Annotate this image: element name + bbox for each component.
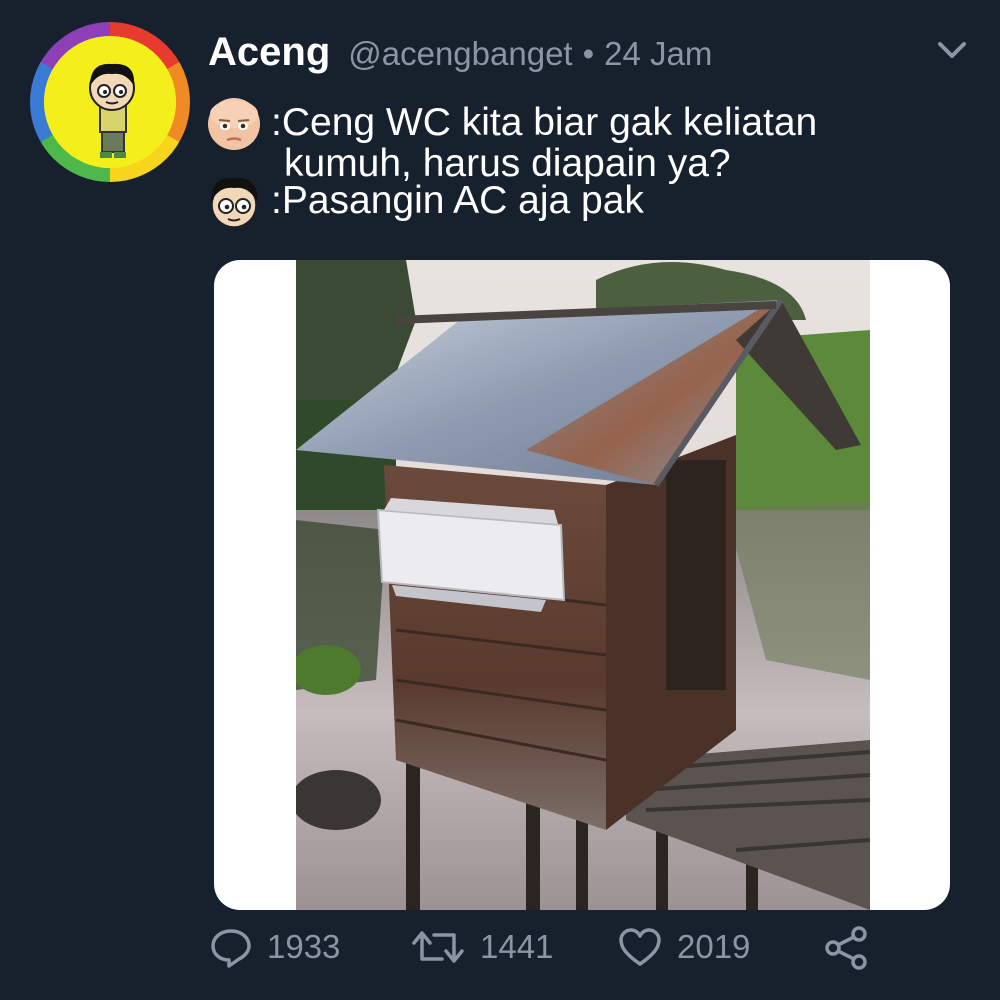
like-count: 2019 bbox=[677, 928, 751, 965]
retweet-count: 1441 bbox=[480, 928, 554, 965]
retweet-action[interactable]: 1441 bbox=[410, 925, 553, 969]
dialogue-text-1: :Ceng WC kita biar gak keliatan bbox=[271, 101, 818, 144]
tweet-actions: 1933 1441 2019 bbox=[205, 925, 885, 975]
chevron-down-icon[interactable] bbox=[934, 36, 970, 64]
timestamp[interactable]: 24 Jam bbox=[604, 35, 712, 73]
reply-action[interactable]: 1933 bbox=[209, 925, 340, 969]
tweet-header: Aceng @acengbanget • 24 Jam bbox=[208, 30, 712, 86]
profile-avatar[interactable] bbox=[30, 22, 190, 182]
dialogue-line-2: :Pasangin AC aja pak bbox=[205, 172, 644, 230]
share-icon bbox=[825, 926, 867, 970]
aceng-face-icon bbox=[211, 177, 258, 228]
reply-icon bbox=[211, 929, 251, 968]
display-name[interactable]: Aceng bbox=[208, 30, 330, 75]
dialogue-text-2: :Pasangin AC aja pak bbox=[271, 179, 644, 222]
reply-count: 1933 bbox=[267, 928, 341, 965]
outhouse-photo bbox=[296, 260, 870, 910]
tweet-media[interactable] bbox=[214, 260, 950, 910]
baby-boss-face-icon bbox=[208, 98, 260, 150]
avatar-cartoon bbox=[44, 36, 176, 168]
retweet-icon bbox=[412, 931, 464, 963]
share-action[interactable] bbox=[823, 925, 871, 971]
like-action[interactable]: 2019 bbox=[617, 925, 750, 969]
separator-dot: • bbox=[582, 35, 595, 72]
heart-icon bbox=[619, 928, 661, 966]
handle[interactable]: @acengbanget bbox=[348, 35, 572, 73]
